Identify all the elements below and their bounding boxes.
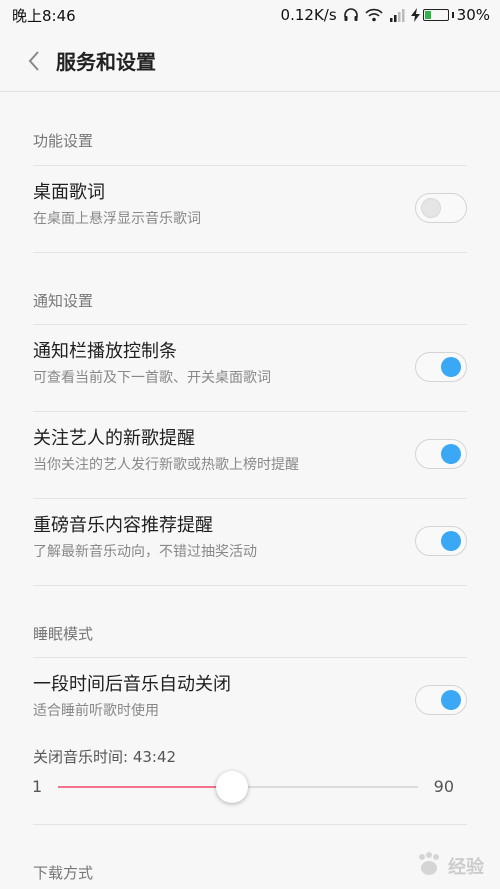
- sleep-timer-slider[interactable]: [58, 771, 418, 803]
- setting-artist-new-song-alert[interactable]: 关注艺人的新歌提醒 当你关注的艺人发行新歌或热歌上榜时提醒: [0, 412, 500, 498]
- wifi-icon: [365, 8, 383, 22]
- sleep-timer-label: 关闭音乐时间: 43:42: [33, 748, 177, 766]
- status-bar: 晚上8:46 0.12K/s 30%: [0, 0, 500, 30]
- featured-content-toggle[interactable]: [415, 526, 467, 556]
- toggle-knob: [441, 444, 461, 464]
- status-time: 晚上8:46: [12, 6, 76, 25]
- setting-subtitle: 可查看当前及下一首歌、开关桌面歌词: [33, 370, 271, 386]
- slider-max-label: 90: [433, 777, 454, 796]
- divider: [33, 824, 467, 825]
- paw-logo-icon: [414, 851, 444, 881]
- charging-icon: [410, 8, 420, 22]
- desktop-lyrics-toggle[interactable]: [415, 193, 467, 223]
- toggle-knob: [441, 690, 461, 710]
- toggle-knob: [421, 198, 441, 218]
- section-header-features: 功能设置: [33, 132, 94, 150]
- setting-title: 重磅音乐内容推荐提醒: [33, 515, 213, 536]
- network-speed: 0.12K/s: [280, 6, 337, 24]
- battery-indicator: 30%: [410, 6, 490, 24]
- setting-notification-controls[interactable]: 通知栏播放控制条 可查看当前及下一首歌、开关桌面歌词: [0, 325, 500, 411]
- setting-auto-stop-music[interactable]: 一段时间后音乐自动关闭 适合睡前听歌时使用: [0, 658, 500, 744]
- section-header-download-mode: 下载方式: [33, 864, 94, 882]
- page-title: 服务和设置: [56, 50, 156, 74]
- setting-title: 桌面歌词: [33, 182, 105, 203]
- baidu-watermark: 经验: [414, 851, 484, 881]
- sleep-timer-slider-row: 1 90: [0, 767, 500, 807]
- section-header-notifications: 通知设置: [33, 292, 94, 310]
- divider: [33, 585, 467, 586]
- setting-title: 一段时间后音乐自动关闭: [33, 674, 231, 695]
- setting-subtitle: 适合睡前听歌时使用: [33, 703, 159, 719]
- setting-title: 关注艺人的新歌提醒: [33, 428, 195, 449]
- battery-fill: [424, 11, 432, 19]
- watermark-text: 经验: [448, 857, 484, 878]
- back-icon[interactable]: [14, 41, 54, 81]
- setting-subtitle: 在桌面上悬浮显示音乐歌词: [33, 211, 201, 227]
- setting-subtitle: 当你关注的艺人发行新歌或热歌上榜时提醒: [33, 457, 299, 473]
- title-bar: 服务和设置: [0, 30, 500, 92]
- status-icons: 0.12K/s 30%: [281, 6, 490, 24]
- slider-fill: [58, 786, 232, 788]
- notification-controls-toggle[interactable]: [415, 352, 467, 382]
- battery-tip: [451, 12, 454, 18]
- slider-thumb[interactable]: [215, 771, 248, 803]
- signal-icon: [389, 8, 405, 22]
- setting-desktop-lyrics[interactable]: 桌面歌词 在桌面上悬浮显示音乐歌词: [0, 166, 500, 252]
- headset-icon: [343, 7, 359, 23]
- setting-featured-content-alert[interactable]: 重磅音乐内容推荐提醒 了解最新音乐动向，不错过抽奖活动: [0, 499, 500, 585]
- battery-percent: 30%: [456, 6, 490, 24]
- battery-icon: [422, 9, 449, 21]
- setting-title: 通知栏播放控制条: [33, 341, 177, 362]
- toggle-knob: [441, 531, 461, 551]
- divider: [33, 252, 467, 253]
- toggle-knob: [441, 357, 461, 377]
- auto-stop-music-toggle[interactable]: [415, 685, 467, 715]
- artist-new-song-toggle[interactable]: [415, 439, 467, 469]
- section-header-sleep-mode: 睡眠模式: [33, 625, 94, 643]
- slider-min-label: 1: [32, 777, 43, 796]
- setting-subtitle: 了解最新音乐动向，不错过抽奖活动: [33, 544, 257, 560]
